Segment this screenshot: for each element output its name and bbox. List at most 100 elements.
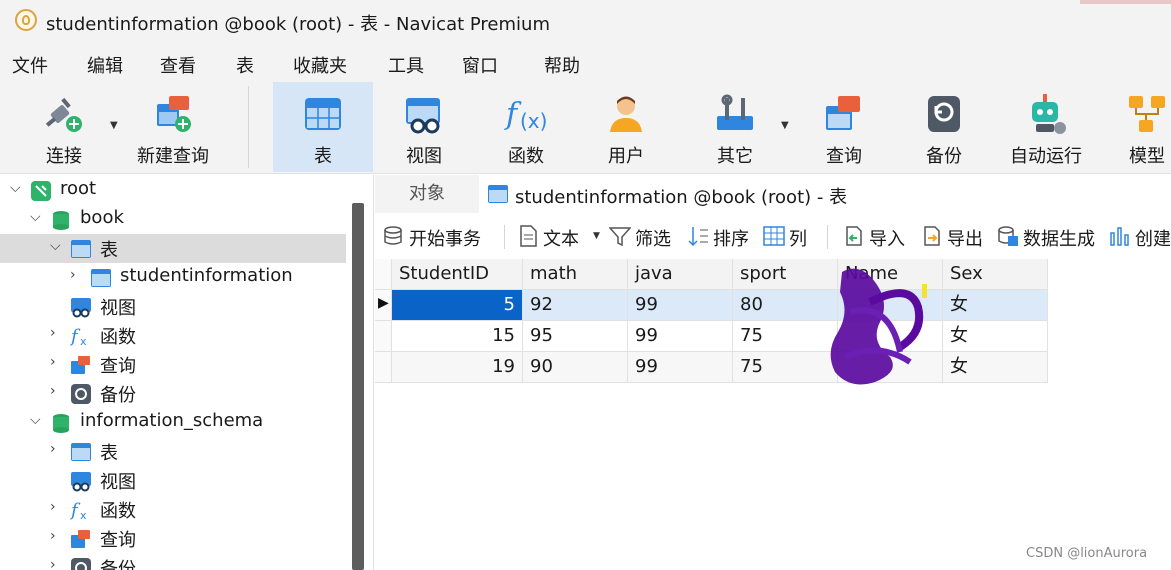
columns-button[interactable]: 列	[763, 223, 813, 250]
row-indicator[interactable]: ▶	[375, 290, 392, 321]
create-button[interactable]: 创建	[1109, 223, 1171, 250]
column-header-math[interactable]: math	[523, 259, 628, 290]
tools-icon	[717, 94, 753, 130]
sort-button[interactable]: 排序	[687, 223, 757, 250]
menu-table[interactable]: 表	[236, 52, 254, 78]
row-header-corner	[375, 259, 392, 290]
table-cell[interactable]: 99	[628, 352, 733, 383]
table-cell[interactable]: 90	[523, 352, 628, 383]
chevron-right-icon[interactable]: ›	[50, 499, 56, 515]
new-query-button[interactable]: 新建查询	[128, 82, 218, 172]
chevron-right-icon[interactable]: ›	[50, 528, 56, 544]
table-cell[interactable]: 19	[392, 352, 523, 383]
other-dropdown-icon[interactable]: ▼	[781, 120, 789, 131]
tree-connection-root[interactable]: ⌵ root	[0, 176, 346, 205]
chevron-down-icon[interactable]: ⌵	[30, 412, 41, 428]
robot-icon	[1032, 94, 1066, 134]
svg-text:x: x	[80, 509, 87, 521]
table-cell[interactable]: 5	[392, 290, 523, 321]
table-cell[interactable]: 女	[943, 290, 1048, 321]
table-button[interactable]: 表	[273, 82, 373, 172]
model-icon	[1129, 96, 1165, 132]
tree-table-studentinformation[interactable]: › studentinformation	[0, 263, 346, 292]
connect-dropdown-icon[interactable]: ▼	[110, 120, 118, 131]
tree-label-queries: 查询	[100, 356, 136, 377]
connection-icon	[31, 181, 51, 201]
database-icon	[53, 414, 69, 433]
text-button[interactable]: 文本 ▼	[517, 223, 601, 250]
backup-button[interactable]: 备份	[900, 82, 988, 172]
table-cell[interactable]: 99	[628, 290, 733, 321]
menu-bar: 文件 编辑 查看 表 收藏夹 工具 窗口 帮助	[0, 42, 1171, 82]
column-header-java[interactable]: java	[628, 259, 733, 290]
row-indicator[interactable]	[375, 321, 392, 352]
grid-icon	[763, 226, 785, 246]
table-cell[interactable]: 15	[392, 321, 523, 352]
tree-group-functions[interactable]: › f x 函数	[0, 321, 346, 350]
begin-transaction-button[interactable]: 开始事务	[383, 223, 495, 250]
table-cell[interactable]: 99	[628, 321, 733, 352]
chevron-down-icon[interactable]: ⌵	[30, 209, 41, 225]
database-icon	[384, 226, 402, 245]
tree-group-schema-queries[interactable]: › 查询	[0, 524, 346, 553]
chevron-right-icon[interactable]: ›	[50, 325, 56, 341]
row-indicator[interactable]	[375, 352, 392, 383]
chevron-right-icon[interactable]: ›	[50, 354, 56, 370]
main-toolbar: 连接 ▼ 新建查询 表 视图 f (x) 函数 用户 其它 ▼ 查询 备份 自动…	[0, 82, 1171, 174]
import-button[interactable]: 导入	[843, 223, 913, 250]
chevron-down-icon[interactable]: ⌵	[10, 180, 21, 196]
table-cell[interactable]: 女	[943, 352, 1048, 383]
tree-label-views: 视图	[100, 298, 136, 319]
export-icon	[924, 226, 940, 246]
column-header-studentid[interactable]: StudentID	[392, 259, 523, 290]
model-button[interactable]: 模型	[1102, 82, 1171, 172]
connect-button[interactable]: 连接	[20, 82, 108, 172]
tree-group-tables[interactable]: ⌵ 表	[0, 234, 346, 263]
other-label: 其它	[717, 146, 753, 167]
query-button[interactable]: 查询	[800, 82, 888, 172]
table-cell[interactable]: 95	[523, 321, 628, 352]
menu-favorites[interactable]: 收藏夹	[293, 52, 347, 78]
menu-tools[interactable]: 工具	[388, 52, 424, 78]
chevron-right-icon[interactable]: ›	[70, 267, 76, 283]
data-generation-button[interactable]: 数据生成	[997, 223, 1103, 250]
chevron-right-icon[interactable]: ›	[50, 441, 56, 457]
tree-group-backups[interactable]: › 备份	[0, 379, 346, 408]
tree-group-schema-tables[interactable]: › 表	[0, 437, 346, 466]
text-label: 文本	[543, 229, 579, 250]
function-button[interactable]: f (x) 函数	[482, 82, 570, 172]
export-button[interactable]: 导出	[921, 223, 991, 250]
tree-group-queries[interactable]: › 查询	[0, 350, 346, 379]
table-icon	[71, 443, 91, 461]
chevron-right-icon[interactable]: ›	[50, 383, 56, 399]
sidebar-scrollbar[interactable]	[352, 203, 364, 570]
table-icon	[305, 98, 341, 130]
table-cell[interactable]: 女	[943, 321, 1048, 352]
view-button[interactable]: 视图	[380, 82, 468, 172]
tab-studentinformation[interactable]: studentinformation @book (root) - 表	[479, 175, 1171, 213]
menu-file[interactable]: 文件	[12, 52, 48, 78]
chevron-down-icon[interactable]: ⌵	[50, 238, 61, 254]
automation-button[interactable]: 自动运行	[1002, 82, 1090, 172]
menu-help[interactable]: 帮助	[544, 52, 580, 78]
sort-icon	[688, 227, 708, 247]
chevron-right-icon[interactable]: ›	[50, 557, 56, 570]
tree-group-schema-backups[interactable]: › 备份	[0, 553, 346, 570]
tree-label-tables: 表	[100, 240, 118, 261]
user-button[interactable]: 用户	[582, 82, 670, 172]
column-header-sex[interactable]: Sex	[943, 259, 1048, 290]
text-dropdown-icon[interactable]: ▼	[593, 231, 600, 241]
menu-window[interactable]: 窗口	[462, 52, 498, 78]
menu-edit[interactable]: 编辑	[87, 52, 123, 78]
menu-view[interactable]: 查看	[160, 52, 196, 78]
tree-group-schema-functions[interactable]: › f x 函数	[0, 495, 346, 524]
tree-group-schema-views[interactable]: 视图	[0, 466, 346, 495]
tree-database-information-schema[interactable]: ⌵ information_schema	[0, 408, 346, 437]
tab-objects[interactable]: 对象	[375, 175, 479, 213]
table-cell[interactable]: 92	[523, 290, 628, 321]
filter-button[interactable]: 筛选	[609, 223, 679, 250]
backup-icon	[928, 96, 960, 132]
tree-group-views[interactable]: 视图	[0, 292, 346, 321]
tree-database-book[interactable]: ⌵ book	[0, 205, 346, 234]
other-button[interactable]: 其它	[690, 82, 780, 172]
